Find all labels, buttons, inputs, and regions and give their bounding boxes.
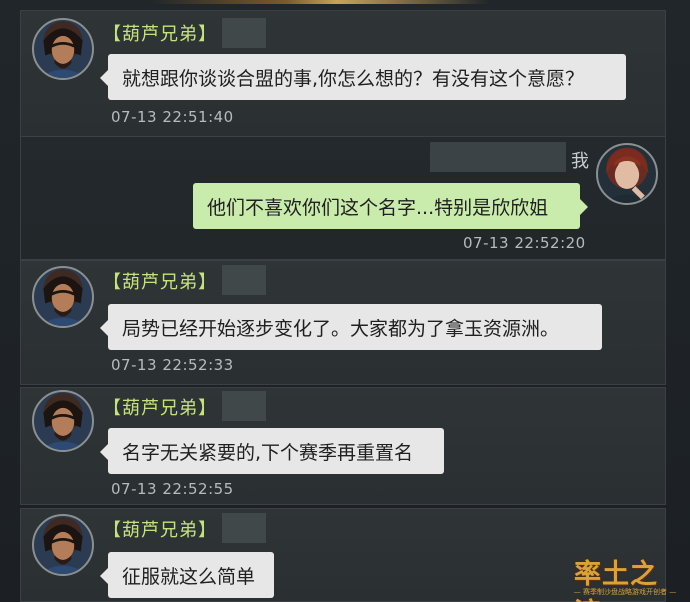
message-timestamp: 07-13 22:51:40 bbox=[111, 108, 234, 126]
game-logo: 率土之滨 — 赛季制沙盘战略游戏开创者 — bbox=[570, 552, 680, 602]
sender-name: 【葫芦兄弟】 bbox=[103, 272, 217, 293]
warrior-portrait-icon bbox=[39, 400, 87, 450]
player-portrait-icon bbox=[603, 148, 651, 203]
redacted-name-block bbox=[430, 142, 566, 172]
message-bubble-me[interactable]: 他们不喜欢你们这个名字...特别是欣欣姐 bbox=[193, 183, 588, 229]
warrior-portrait-icon bbox=[39, 276, 87, 326]
top-glow-divider bbox=[150, 0, 490, 4]
message-timestamp: 07-13 22:52:33 bbox=[111, 356, 234, 374]
avatar[interactable] bbox=[32, 18, 94, 80]
message-timestamp: 07-13 22:52:55 bbox=[111, 480, 234, 498]
chat-screen: 【葫芦兄弟】 就想跟你谈谈合盟的事,你怎么想的？有没有这个意愿？ 07-13 2… bbox=[0, 0, 690, 602]
message-timestamp: 07-13 22:52:20 bbox=[463, 234, 586, 252]
avatar[interactable] bbox=[32, 514, 94, 576]
sender-name: 【葫芦兄弟】 bbox=[103, 520, 217, 541]
sender-name-me: 我 bbox=[571, 151, 589, 172]
avatar[interactable] bbox=[32, 390, 94, 452]
message-bubble[interactable]: 征服就这么简单 bbox=[100, 552, 274, 598]
warrior-portrait-icon bbox=[39, 28, 87, 78]
sender-name: 【葫芦兄弟】 bbox=[103, 398, 217, 419]
redacted-name-block bbox=[222, 513, 266, 543]
sender-name: 【葫芦兄弟】 bbox=[103, 24, 217, 45]
redacted-name-block bbox=[222, 18, 266, 48]
message-bubble[interactable]: 名字无关紧要的,下个赛季再重置名 bbox=[100, 428, 444, 474]
redacted-name-block bbox=[222, 391, 266, 421]
logo-subtitle: — 赛季制沙盘战略游戏开创者 — bbox=[573, 588, 677, 596]
message-bubble[interactable]: 局势已经开始逐步变化了。大家都为了拿玉资源洲。 bbox=[100, 304, 602, 350]
message-bubble[interactable]: 就想跟你谈谈合盟的事,你怎么想的？有没有这个意愿？ bbox=[100, 54, 626, 100]
redacted-name-block bbox=[222, 265, 266, 295]
avatar[interactable] bbox=[32, 266, 94, 328]
avatar-me[interactable] bbox=[596, 143, 658, 205]
warrior-portrait-icon bbox=[39, 524, 87, 574]
